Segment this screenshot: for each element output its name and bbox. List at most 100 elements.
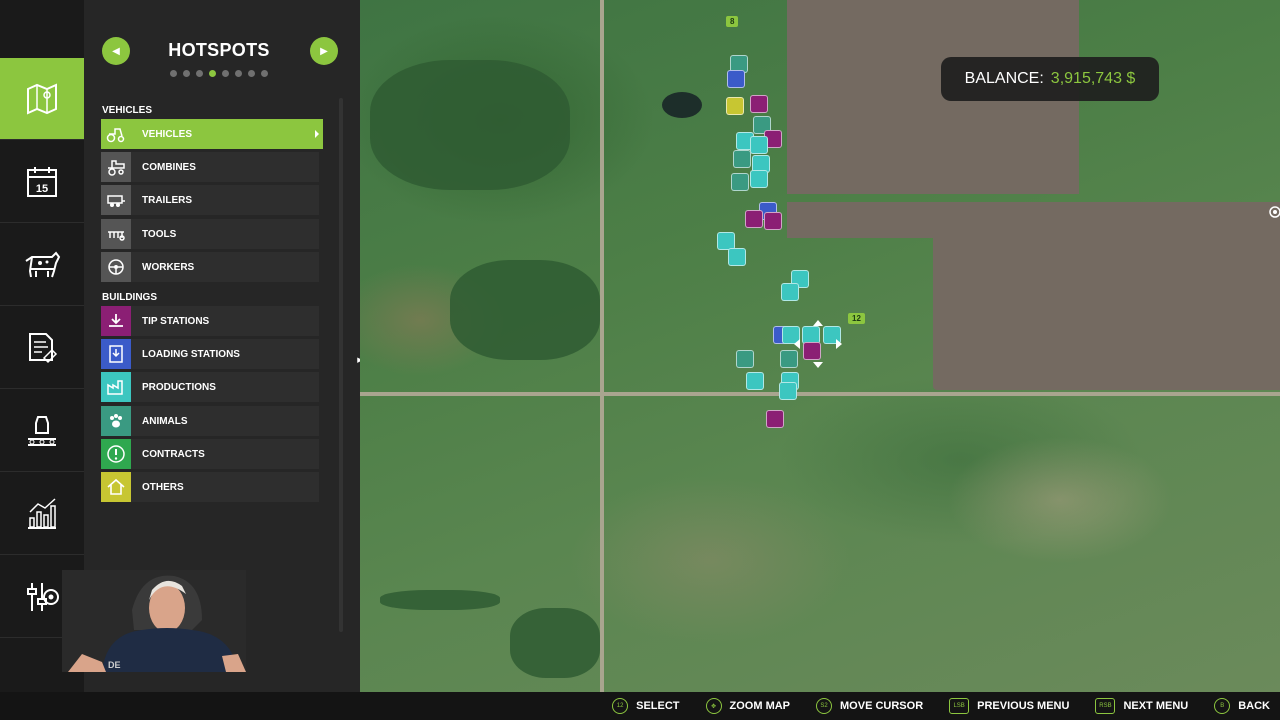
page-dot: [248, 70, 255, 77]
farmland-area: [787, 202, 1280, 238]
rail-item-map[interactable]: [0, 58, 90, 140]
move-cursor-action[interactable]: S2 MOVE CURSOR: [816, 698, 923, 714]
filter-label: ANIMALS: [142, 415, 188, 427]
page-dot: [222, 70, 229, 77]
settings-icon: [27, 582, 59, 611]
filter-label: WORKERS: [142, 261, 195, 273]
filter-label: TRAILERS: [142, 194, 192, 206]
tree-patch: [450, 260, 600, 360]
controls-bar: 12 SELECT ✥ ZOOM MAP S2 MOVE CURSOR LSB …: [0, 692, 1280, 720]
field-number[interactable]: 12: [848, 313, 865, 324]
hotspot-filter-animals[interactable]: ANIMALS: [101, 406, 319, 436]
hotspot-marker-animal[interactable]: [736, 350, 754, 368]
next-category-button[interactable]: ▶: [310, 37, 338, 65]
loading-station-icon: [101, 339, 131, 369]
rail-item-contracts[interactable]: [0, 307, 84, 389]
balance-display: BALANCE: 3,915,743 $: [941, 57, 1159, 101]
calendar-icon: 15: [27, 166, 57, 197]
factory-icon: [101, 372, 131, 402]
section-label-buildings: BUILDINGS: [102, 292, 157, 303]
hotspot-filter-trailers[interactable]: TRAILERS: [101, 185, 319, 215]
hotspot-filter-contracts[interactable]: CONTRACTS: [101, 439, 319, 469]
hotspot-marker-production[interactable]: [750, 136, 768, 154]
trailer-icon: [101, 185, 131, 215]
hotspot-marker-production[interactable]: [746, 372, 764, 390]
page-dot: [170, 70, 177, 77]
hotspot-filter-combines[interactable]: COMBINES: [101, 152, 319, 182]
zoom-map-action[interactable]: ✥ ZOOM MAP: [705, 698, 791, 714]
hotspot-filter-others[interactable]: OTHERS: [101, 472, 319, 502]
road: [600, 0, 604, 692]
balance-label: BALANCE:: [964, 70, 1044, 87]
hotspot-filter-productions[interactable]: PRODUCTIONS: [101, 372, 319, 402]
controller-button-icon: B: [1214, 698, 1231, 714]
hotspot-filter-tip-stations[interactable]: TIP STATIONS: [101, 306, 319, 336]
hotspot-marker-loading-station[interactable]: [727, 70, 745, 88]
map-view[interactable]: 8 12: [360, 0, 1280, 692]
tree-patch: [510, 608, 600, 678]
chevron-right-icon: ▶: [320, 45, 328, 57]
tractor-icon: [101, 119, 131, 149]
hotspot-marker-production[interactable]: [750, 170, 768, 188]
exclamation-icon: [101, 439, 131, 469]
filter-label: PRODUCTIONS: [142, 381, 216, 393]
chevron-left-icon: ◀: [112, 45, 120, 57]
field-number[interactable]: 8: [726, 16, 739, 27]
hotspot-marker-tip-station[interactable]: [745, 210, 763, 228]
steering-wheel-icon: [101, 252, 131, 282]
contracts-icon: [29, 332, 58, 363]
hotspot-marker-other[interactable]: [726, 97, 744, 115]
rail-item-production[interactable]: [0, 390, 84, 472]
page-dot: [183, 70, 190, 77]
streamer-figure: [62, 570, 246, 672]
action-label: NEXT MENU: [1123, 700, 1189, 712]
previous-menu-action[interactable]: LSB PREVIOUS MENU: [949, 698, 1069, 714]
map-cursor-icon[interactable]: [790, 316, 846, 372]
stick-icon: S2: [816, 698, 833, 714]
hotspot-marker-tip-station[interactable]: [764, 212, 782, 230]
hotspot-filter-loading-stations[interactable]: LOADING STATIONS: [101, 339, 319, 369]
hotspot-marker-animal[interactable]: [733, 150, 751, 168]
page-dot: [196, 70, 203, 77]
action-label: PREVIOUS MENU: [977, 700, 1070, 712]
production-icon: [28, 415, 56, 446]
section-label-vehicles: VEHICLES: [102, 105, 153, 116]
back-action[interactable]: B BACK: [1214, 698, 1270, 714]
filter-label: LOADING STATIONS: [142, 348, 240, 360]
paw-icon: [101, 406, 131, 436]
next-menu-action[interactable]: RSB NEXT MENU: [1095, 698, 1188, 714]
hotspot-marker-production[interactable]: [728, 248, 746, 266]
filter-label: VEHICLES: [142, 128, 193, 140]
select-action[interactable]: 12 SELECT: [612, 698, 680, 714]
farmland-area: [933, 238, 1280, 390]
balance-value: 3,915,743 $: [1050, 70, 1136, 87]
hotspot-filter-tools[interactable]: TOOLS: [101, 219, 319, 249]
previous-category-button[interactable]: ◀: [102, 37, 130, 65]
panel-scrollbar[interactable]: [339, 98, 343, 632]
tip-station-icon: [101, 306, 131, 336]
hotspot-marker-production[interactable]: [779, 382, 797, 400]
page-dot: [235, 70, 242, 77]
rail-item-animals[interactable]: [0, 224, 84, 306]
hotspot-marker-production[interactable]: [781, 283, 799, 301]
calendar-day: 15: [36, 183, 48, 195]
road: [360, 392, 1280, 396]
filter-label: TIP STATIONS: [142, 315, 210, 327]
rail-item-calendar[interactable]: 15: [0, 141, 84, 223]
dpad-icon: ✥: [705, 698, 722, 714]
map-icon: [27, 82, 57, 115]
controller-button-icon: 12: [612, 698, 629, 714]
map-edge-marker-icon[interactable]: [1268, 205, 1280, 219]
action-label: ZOOM MAP: [729, 700, 791, 712]
bumper-icon: RSB: [1095, 698, 1116, 714]
hotspot-marker-tip-station[interactable]: [750, 95, 768, 113]
hotspot-filter-workers[interactable]: WORKERS: [101, 252, 319, 282]
hotspot-filter-vehicles[interactable]: VEHICLES: [101, 119, 323, 149]
webcam-overlay: [62, 570, 246, 672]
pond: [662, 92, 702, 118]
tree-patch: [380, 590, 500, 610]
tree-patch: [370, 60, 570, 190]
hotspot-marker-animal[interactable]: [731, 173, 749, 191]
hotspot-marker-tip-station[interactable]: [766, 410, 784, 428]
rail-item-statistics[interactable]: [0, 473, 84, 555]
